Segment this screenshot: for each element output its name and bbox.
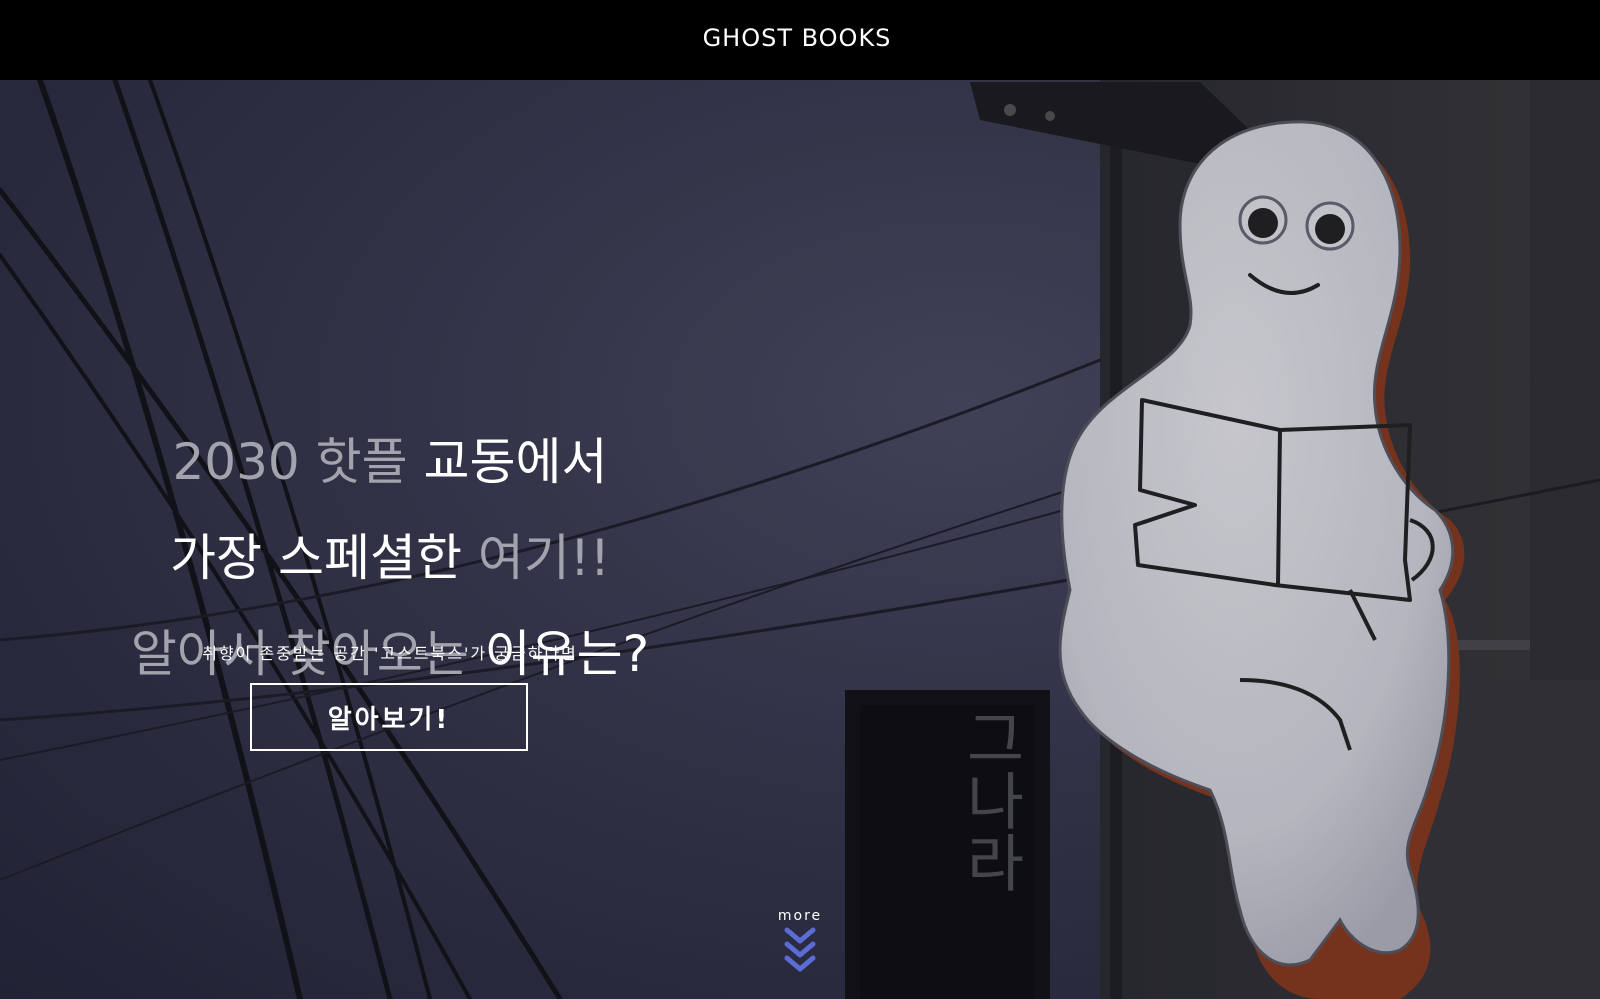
top-header: GHOST BOOKS — [0, 0, 1600, 80]
hero-section: 그나라 2030 핫플 교동에서 가장 스페셜한 여기!! 알아서 찾아오는 이… — [0, 80, 1600, 999]
headline-line-2: 가장 스페셜한 여기!! — [110, 510, 670, 606]
headline-line-1: 2030 핫플 교동에서 — [110, 414, 670, 510]
headline-line-2-bright: 가장 스페셜한 — [170, 528, 478, 587]
page: GHOST BOOKS 그나라 2030 핫플 교동에서 가장 스페셜한 여기!… — [0, 0, 1600, 999]
learn-more-button[interactable]: 알아보기! — [250, 683, 528, 751]
more-label: more — [777, 908, 823, 924]
scroll-more-indicator[interactable]: more — [760, 908, 840, 974]
headline-line-1-bright: 교동에서 — [423, 432, 608, 491]
headline-line-2-dim: 여기!! — [477, 528, 610, 587]
triple-chevron-down-icon — [784, 927, 816, 972]
ghost-books-logo[interactable]: GHOST BOOKS — [703, 24, 892, 52]
hero-subtext: 취향이 존중받는 공간 '고스트북스'가 궁금하다면 — [202, 644, 578, 663]
headline-line-1-dim: 2030 핫플 — [172, 432, 424, 491]
